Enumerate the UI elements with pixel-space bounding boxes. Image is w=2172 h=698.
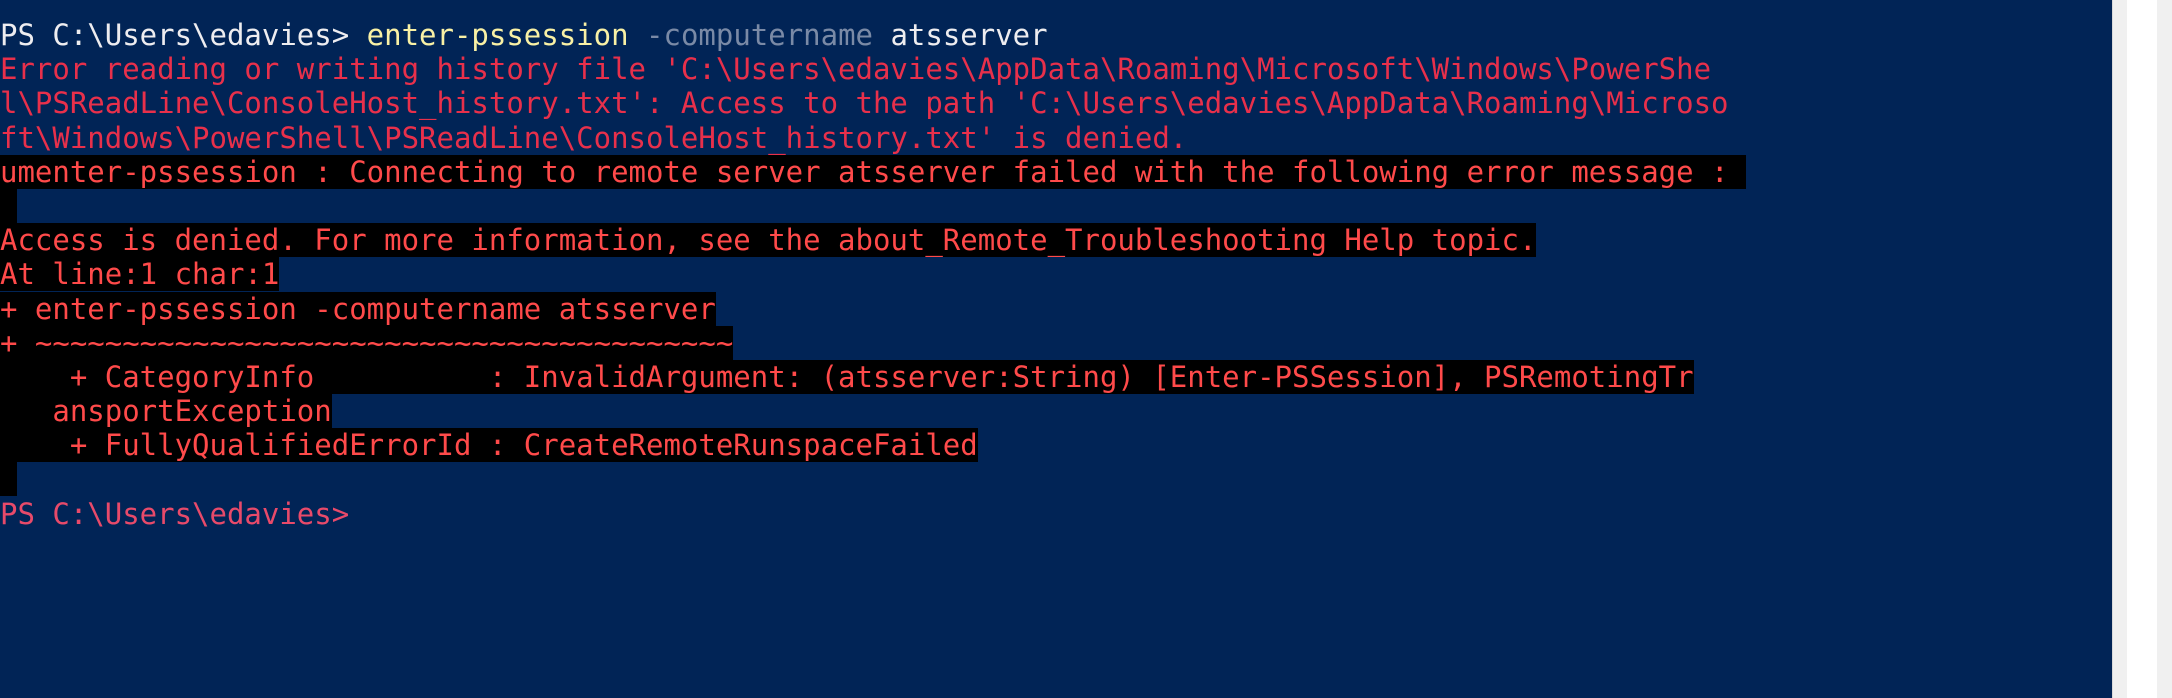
console-line: + enter-pssession -computername atsserve…: [0, 291, 1746, 326]
console-text-warn: ft\Windows\PowerShell\PSReadLine\Console…: [0, 120, 1188, 155]
console-text-err: + FullyQualifiedErrorId : CreateRemoteRu…: [0, 428, 978, 463]
console-text-prompt: PS C:\Users\edavies>: [0, 18, 367, 52]
console-text-err: [0, 462, 18, 497]
powershell-console[interactable]: PS C:\Users\edavies> enter-pssession -co…: [0, 0, 2112, 698]
console-line: Error reading or writing history file 'C…: [0, 52, 1746, 86]
console-line: [0, 462, 1746, 497]
vertical-scrollbar[interactable]: [2112, 0, 2172, 698]
console-line: PS C:\Users\edavies> enter-pssession -co…: [0, 18, 1746, 52]
console-text-param: -computername: [628, 18, 873, 52]
console-text-err: [0, 188, 18, 223]
console-line: + CategoryInfo : InvalidArgument: (atsse…: [0, 359, 1746, 394]
console-text-err: umenter-pssession : Connecting to remote…: [0, 154, 1746, 189]
console-text-err: At line:1 char:1: [0, 257, 280, 292]
console-line: [0, 188, 1746, 223]
console-text-warn: l\PSReadLine\ConsoleHost_history.txt': A…: [0, 86, 1729, 121]
console-text-err: + CategoryInfo : InvalidArgument: (atsse…: [0, 359, 1694, 394]
console-line: Access is denied. For more information, …: [0, 223, 1746, 258]
console-text-err: ansportException: [0, 394, 332, 429]
console-line: + FullyQualifiedErrorId : CreateRemoteRu…: [0, 428, 1746, 463]
console-line: PS C:\Users\edavies>: [0, 497, 1746, 531]
scrollbar-thumb[interactable]: [2127, 0, 2157, 698]
console-text-err: + ~~~~~~~~~~~~~~~~~~~~~~~~~~~~~~~~~~~~~~…: [0, 325, 734, 360]
console-text-err: Access is denied. For more information, …: [0, 223, 1537, 258]
console-line: ansportException: [0, 394, 1746, 429]
console-output: PS C:\Users\edavies> enter-pssession -co…: [0, 18, 1746, 531]
console-line: ft\Windows\PowerShell\PSReadLine\Console…: [0, 121, 1746, 155]
console-text-warn: Error reading or writing history file 'C…: [0, 52, 1712, 87]
console-text-err: + enter-pssession -computername atsserve…: [0, 291, 716, 326]
console-text-cmd: enter-pssession: [366, 18, 629, 52]
console-text-prompt2: PS C:\Users\edavies>: [0, 496, 350, 531]
console-line: l\PSReadLine\ConsoleHost_history.txt': A…: [0, 86, 1746, 120]
console-text-arg: atsserver: [873, 18, 1048, 52]
console-line: + ~~~~~~~~~~~~~~~~~~~~~~~~~~~~~~~~~~~~~~…: [0, 325, 1746, 360]
console-line: At line:1 char:1: [0, 257, 1746, 292]
console-line: umenter-pssession : Connecting to remote…: [0, 154, 1746, 189]
